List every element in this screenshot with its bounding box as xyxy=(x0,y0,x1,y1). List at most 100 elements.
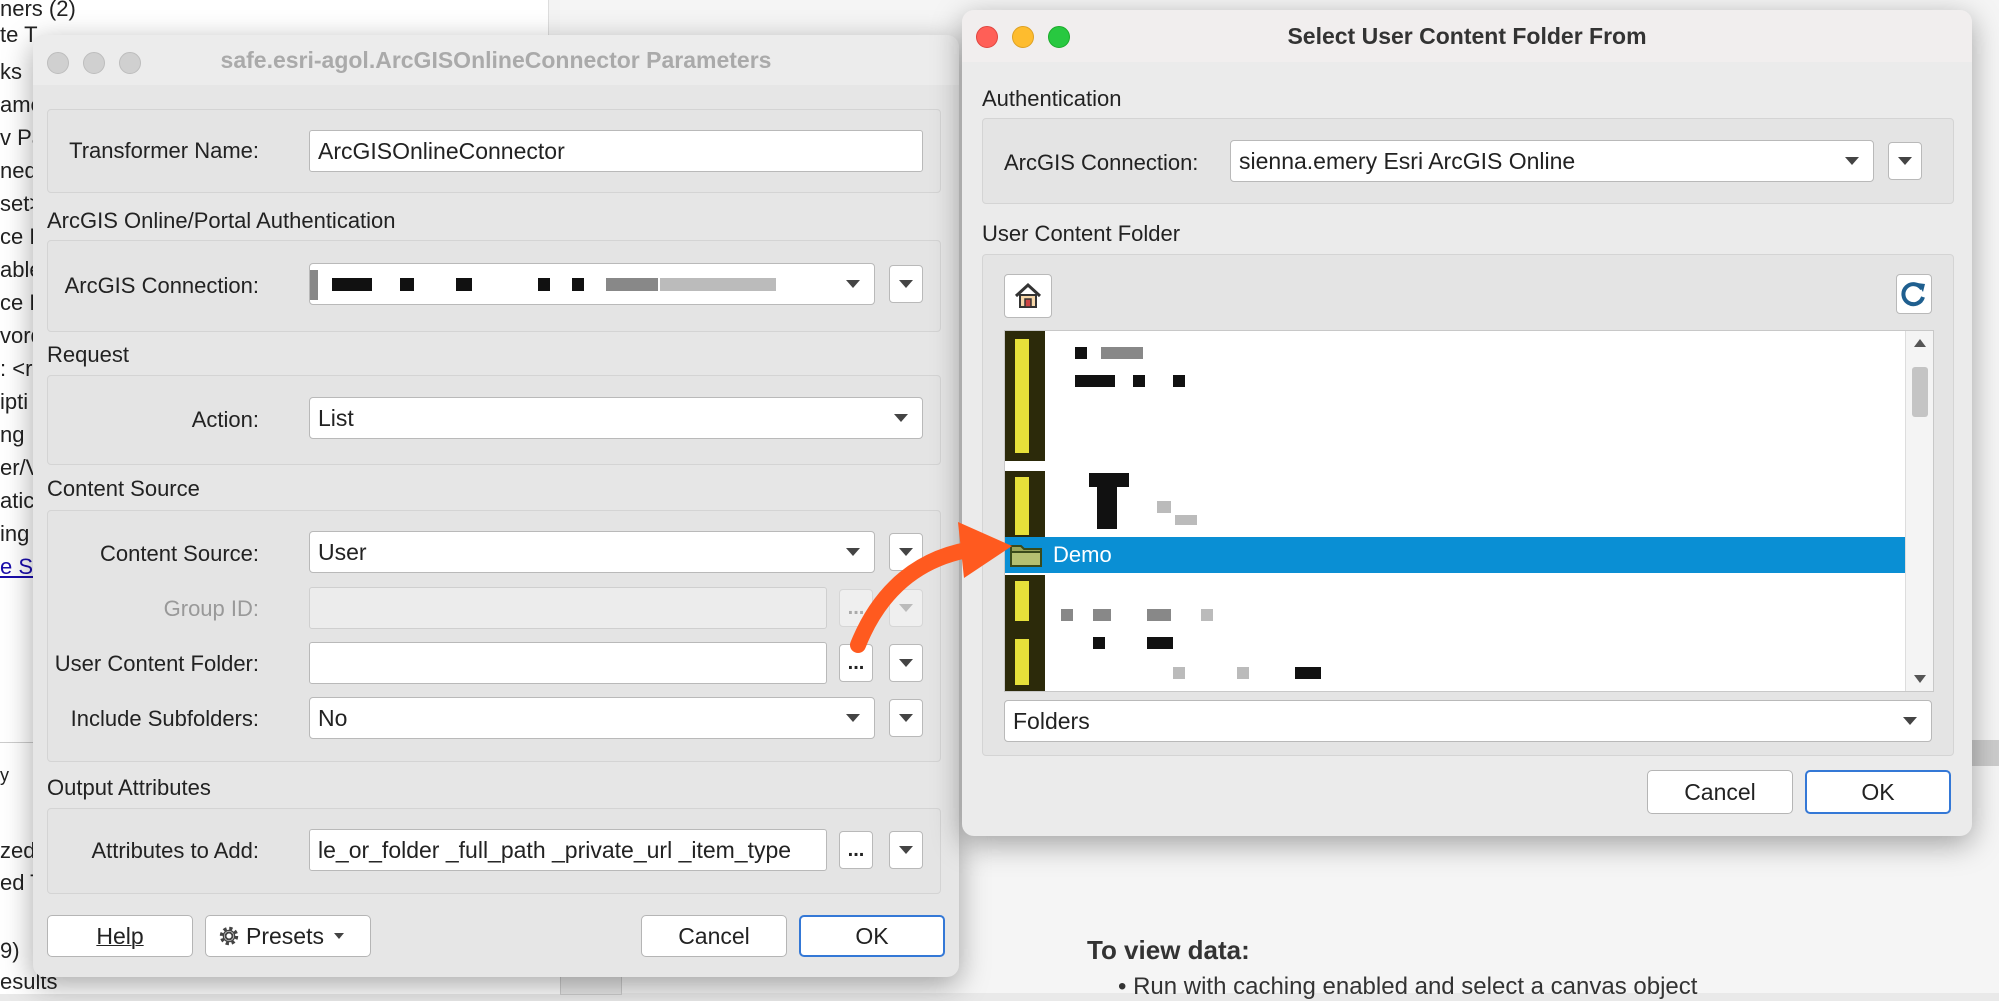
folder-filter-value: Folders xyxy=(1013,707,1090,734)
redacted-text xyxy=(606,278,658,291)
include-subfolders-menu-button[interactable] xyxy=(889,699,923,737)
folder-name-demo: Demo xyxy=(1053,542,1112,567)
bg-row: y xyxy=(0,765,9,785)
cancel-button[interactable]: Cancel xyxy=(641,915,787,957)
refresh-icon xyxy=(1901,282,1925,307)
presets-label: Presets xyxy=(246,922,324,949)
annotation-arrow-head xyxy=(958,522,1012,578)
attributes-menu-button[interactable] xyxy=(889,831,923,869)
group-id-label: Group ID: xyxy=(163,596,259,621)
redacted-text xyxy=(538,278,550,291)
folder-list-scrollbar[interactable] xyxy=(1905,331,1933,691)
arcgis-connection-combo[interactable] xyxy=(309,263,875,305)
action-value: List xyxy=(318,404,354,431)
folder-connection-combo[interactable]: sienna.emery Esri ArcGIS Online xyxy=(1230,140,1874,182)
connection-menu-button[interactable] xyxy=(889,265,923,303)
redacted-text xyxy=(1133,375,1145,387)
request-group-title: Request xyxy=(47,342,129,367)
caret-down-icon xyxy=(333,933,344,939)
bg-link[interactable]: e S xyxy=(0,554,33,580)
chevron-down-icon xyxy=(899,714,913,722)
redacted-text xyxy=(400,278,414,291)
content-group-title: Content Source xyxy=(47,476,200,501)
presets-button[interactable]: Presets xyxy=(205,915,371,957)
view-data-bullet: • Run with caching enabled and select a … xyxy=(1118,973,1698,1000)
view-data-title: To view data: xyxy=(1087,935,1250,965)
minimize-window-icon[interactable] xyxy=(1012,26,1034,48)
chevron-down-icon xyxy=(846,280,860,288)
redacted-text xyxy=(1157,501,1171,513)
ok-button[interactable]: OK xyxy=(799,915,945,957)
folder-dialog-title: Select User Content Folder From xyxy=(1287,22,1647,49)
redacted-text xyxy=(1173,667,1185,679)
help-button[interactable]: Help xyxy=(47,915,193,957)
chevron-down-icon xyxy=(899,659,913,667)
transformer-name-input[interactable]: ArcGISOnlineConnector xyxy=(309,130,923,172)
redacted-text xyxy=(310,270,318,300)
help-label: Help xyxy=(96,922,144,949)
chevron-down-icon xyxy=(894,414,908,422)
include-subfolders-label: Include Subfolders: xyxy=(70,706,259,731)
minimize-window-icon[interactable] xyxy=(83,52,105,74)
folder-ok-button[interactable]: OK xyxy=(1805,770,1951,814)
chevron-down-icon xyxy=(899,846,913,854)
redacted-text xyxy=(1295,667,1321,679)
folder-cancel-button[interactable]: Cancel xyxy=(1647,770,1793,814)
bg-row: ners (2) xyxy=(0,0,76,21)
attributes-input[interactable]: le_or_folder _full_path _private_url _it… xyxy=(309,829,827,871)
redacted-folder xyxy=(1015,339,1029,453)
maximize-window-icon[interactable] xyxy=(1048,26,1070,48)
close-window-icon[interactable] xyxy=(976,26,998,48)
folder-filter-combo[interactable]: Folders xyxy=(1004,700,1932,742)
bg-row: 9) xyxy=(0,938,20,963)
bg-row: ned xyxy=(0,158,37,183)
folder-titlebar: Select User Content Folder From xyxy=(962,10,1972,62)
redacted-text xyxy=(1093,609,1111,621)
folder-list[interactable]: Demo xyxy=(1004,330,1934,692)
home-icon xyxy=(1014,282,1042,308)
redacted-text xyxy=(1089,473,1129,487)
scroll-down-icon[interactable] xyxy=(1914,675,1926,683)
folder-group-title: User Content Folder xyxy=(982,221,1181,246)
include-subfolders-combo[interactable]: No xyxy=(309,697,875,739)
redacted-text xyxy=(572,278,584,291)
redacted-text xyxy=(1075,347,1087,359)
group-id-input[interactable] xyxy=(309,587,827,629)
redacted-text xyxy=(1061,609,1073,621)
redacted-text xyxy=(1075,375,1115,387)
transformer-name-label: Transformer Name: xyxy=(69,138,259,163)
close-window-icon[interactable] xyxy=(47,52,69,74)
folder-dialog: Select User Content Folder From Authenti… xyxy=(962,10,1972,836)
maximize-window-icon[interactable] xyxy=(119,52,141,74)
parameters-titlebar: safe.esri-agol.ArcGISOnlineConnector Par… xyxy=(33,35,959,85)
scrollbar-thumb[interactable] xyxy=(1912,367,1928,417)
content-source-label: Content Source: xyxy=(100,541,259,566)
redacted-text xyxy=(1173,375,1185,387)
bg-row: ipti xyxy=(0,389,29,414)
parameters-title: safe.esri-agol.ArcGISOnlineConnector Par… xyxy=(220,46,772,73)
folder-row-selected[interactable]: Demo xyxy=(1005,537,1905,573)
redacted-text xyxy=(660,278,776,291)
chevron-down-icon xyxy=(1903,717,1917,725)
bg-row: : <r xyxy=(0,356,33,381)
attributes-browse-button[interactable]: ... xyxy=(839,831,873,869)
content-source-combo[interactable]: User xyxy=(309,531,875,573)
bg-row: ng xyxy=(0,422,25,447)
bg-row: te T xyxy=(0,22,38,47)
scroll-up-icon[interactable] xyxy=(1914,339,1926,347)
folder-connection-menu-button[interactable] xyxy=(1888,142,1922,180)
bg-row: zed xyxy=(0,838,36,863)
user-folder-input[interactable] xyxy=(309,642,827,684)
action-combo[interactable]: List xyxy=(309,397,923,439)
bg-row: atic xyxy=(0,488,35,513)
connection-label: ArcGIS Connection: xyxy=(64,273,259,298)
redacted-text xyxy=(332,278,372,291)
refresh-button[interactable] xyxy=(1896,274,1932,314)
chevron-down-icon xyxy=(846,714,860,722)
auth-group-title: ArcGIS Online/Portal Authentication xyxy=(47,208,396,233)
folder-auth-title: Authentication xyxy=(982,86,1122,111)
home-button[interactable] xyxy=(1004,274,1052,318)
bg-row: ks xyxy=(0,59,22,84)
redacted-text xyxy=(1147,609,1171,621)
gear-icon xyxy=(219,926,239,946)
